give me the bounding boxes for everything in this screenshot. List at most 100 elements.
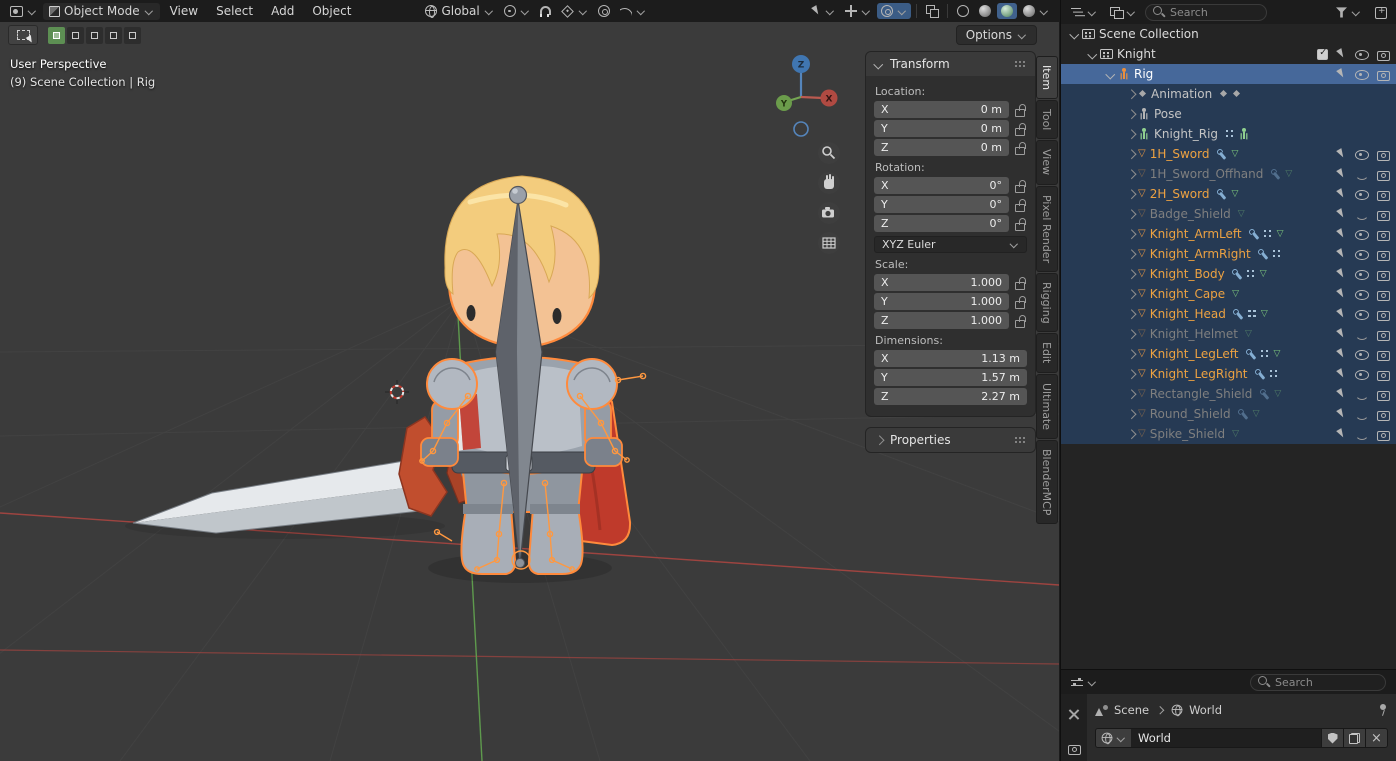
proportional-editing-toggle[interactable] xyxy=(594,3,614,19)
pivot-point-dropdown[interactable] xyxy=(500,3,534,19)
outliner-row-knight-helmet[interactable]: ▽ Knight_Helmet ▽ xyxy=(1061,324,1396,344)
select-mode-subtract-button[interactable] xyxy=(86,27,103,44)
expand-icon[interactable] xyxy=(1123,207,1138,222)
rotation-z-field[interactable]: Z0° xyxy=(874,215,1009,232)
shading-wireframe-button[interactable] xyxy=(953,3,973,19)
outliner-row-rig[interactable]: Rig xyxy=(1061,64,1396,84)
show-overlays-dropdown[interactable] xyxy=(877,3,911,19)
menu-add[interactable]: Add xyxy=(263,3,302,19)
expand-icon[interactable] xyxy=(1123,347,1138,362)
render-visibility-icon[interactable] xyxy=(1376,309,1390,320)
grip-icon[interactable] xyxy=(1014,59,1027,69)
expand-icon[interactable] xyxy=(1123,407,1138,422)
world-datablock-dropdown[interactable] xyxy=(1096,729,1131,747)
selectable-icon[interactable] xyxy=(1336,348,1346,360)
outliner-row-knight-rig[interactable]: Knight_Rig xyxy=(1061,124,1396,144)
expand-icon[interactable] xyxy=(1123,167,1138,182)
lock-icon[interactable] xyxy=(1014,141,1027,154)
select-mode-set-button[interactable] xyxy=(48,27,65,44)
hide-icon[interactable] xyxy=(1354,429,1368,439)
expand-icon[interactable] xyxy=(1123,307,1138,322)
properties-search-input[interactable] xyxy=(1275,676,1355,689)
hide-icon[interactable] xyxy=(1354,69,1368,79)
render-visibility-icon[interactable] xyxy=(1376,369,1390,380)
lock-icon[interactable] xyxy=(1014,198,1027,211)
hide-icon[interactable] xyxy=(1354,369,1368,379)
dimensions-x-field[interactable]: X1.13 m xyxy=(874,350,1027,367)
selectable-icon[interactable] xyxy=(1336,288,1346,300)
duplicate-datablock-button[interactable] xyxy=(1343,729,1365,747)
outliner-row-knight-armright[interactable]: ▽ Knight_ArmRight xyxy=(1061,244,1396,264)
lock-icon[interactable] xyxy=(1014,179,1027,192)
hide-icon[interactable] xyxy=(1354,269,1368,279)
tab-rigging[interactable]: Rigging xyxy=(1036,273,1058,333)
outliner-row-spike-shield[interactable]: ▽ Spike_Shield ▽ xyxy=(1061,424,1396,444)
outliner-row-knight-body[interactable]: ▽ Knight_Body ▽ xyxy=(1061,264,1396,284)
select-mode-intersect-button[interactable] xyxy=(124,27,141,44)
menu-view[interactable]: View xyxy=(162,3,206,19)
lock-icon[interactable] xyxy=(1014,103,1027,116)
outliner-row-badge-shield[interactable]: ▽ Badge_Shield ▽ xyxy=(1061,204,1396,224)
outliner-row-knight[interactable]: Knight xyxy=(1061,44,1396,64)
editor-type-button[interactable] xyxy=(6,4,41,19)
expand-icon[interactable] xyxy=(1123,287,1138,302)
editor-type-button[interactable] xyxy=(1067,675,1101,690)
snap-toggle[interactable] xyxy=(536,4,555,19)
expand-icon[interactable] xyxy=(1123,147,1138,162)
snap-settings-dropdown[interactable] xyxy=(557,4,592,18)
outliner-row-2h-sword[interactable]: ▽ 2H_Sword ▽ xyxy=(1061,184,1396,204)
xray-toggle[interactable] xyxy=(922,3,942,19)
render-visibility-icon[interactable] xyxy=(1376,409,1390,420)
hide-icon[interactable] xyxy=(1354,209,1368,219)
outliner-row-animation[interactable]: Animation xyxy=(1061,84,1396,104)
expand-icon[interactable] xyxy=(1067,27,1082,42)
scale-z-field[interactable]: Z1.000 xyxy=(874,312,1009,329)
perspective-toggle-button[interactable] xyxy=(818,232,840,254)
render-visibility-icon[interactable] xyxy=(1376,429,1390,440)
unlink-datablock-button[interactable]: × xyxy=(1365,729,1387,747)
render-visibility-icon[interactable] xyxy=(1376,69,1390,80)
expand-icon[interactable] xyxy=(1123,107,1138,122)
hide-icon[interactable] xyxy=(1354,249,1368,259)
hide-icon[interactable] xyxy=(1354,189,1368,199)
rotation-y-field[interactable]: Y0° xyxy=(874,196,1009,213)
selectable-icon[interactable] xyxy=(1336,408,1346,420)
pin-icon[interactable] xyxy=(1378,704,1388,716)
outliner-row-scene-collection[interactable]: Scene Collection xyxy=(1061,24,1396,44)
render-visibility-icon[interactable] xyxy=(1376,149,1390,160)
select-mode-extend-button[interactable] xyxy=(67,27,84,44)
expand-icon[interactable] xyxy=(1123,387,1138,402)
outliner-search[interactable] xyxy=(1145,4,1267,21)
hide-icon[interactable] xyxy=(1354,169,1368,179)
selectable-icon[interactable] xyxy=(1336,208,1346,220)
selectable-icon[interactable] xyxy=(1336,428,1346,440)
filter-dropdown[interactable] xyxy=(1332,5,1365,20)
render-visibility-icon[interactable] xyxy=(1376,49,1390,60)
scale-y-field[interactable]: Y1.000 xyxy=(874,293,1009,310)
dimensions-y-field[interactable]: Y1.57 m xyxy=(874,369,1027,386)
outliner-row-rectangle-shield[interactable]: ▽ Rectangle_Shield ▽ xyxy=(1061,384,1396,404)
expand-icon[interactable] xyxy=(1123,227,1138,242)
active-tool-button[interactable] xyxy=(8,25,38,45)
hide-icon[interactable] xyxy=(1354,409,1368,419)
selectable-icon[interactable] xyxy=(1336,388,1346,400)
rotation-x-field[interactable]: X0° xyxy=(874,177,1009,194)
tab-blendermcp[interactable]: BlenderMCP xyxy=(1036,440,1058,524)
tab-render-properties[interactable] xyxy=(1063,738,1085,758)
selectable-icon[interactable] xyxy=(1336,268,1346,280)
hide-icon[interactable] xyxy=(1354,349,1368,359)
outliner-row-knight-cape[interactable]: ▽ Knight_Cape ▽ xyxy=(1061,284,1396,304)
outliner-row-1h-sword[interactable]: ▽ 1H_Sword ▽ xyxy=(1061,144,1396,164)
display-mode-dropdown[interactable] xyxy=(1106,5,1140,20)
location-z-field[interactable]: Z0 m xyxy=(874,139,1009,156)
expand-icon[interactable] xyxy=(1123,427,1138,442)
lock-icon[interactable] xyxy=(1014,276,1027,289)
lock-icon[interactable] xyxy=(1014,217,1027,230)
render-visibility-icon[interactable] xyxy=(1376,329,1390,340)
expand-icon[interactable] xyxy=(1123,327,1138,342)
outliner-row-knight-legleft[interactable]: ▽ Knight_LegLeft ▽ xyxy=(1061,344,1396,364)
menu-select[interactable]: Select xyxy=(208,3,261,19)
show-gizmo-dropdown[interactable] xyxy=(841,3,875,19)
tab-edit[interactable]: Edit xyxy=(1036,333,1058,372)
selectable-icon[interactable] xyxy=(1336,168,1346,180)
